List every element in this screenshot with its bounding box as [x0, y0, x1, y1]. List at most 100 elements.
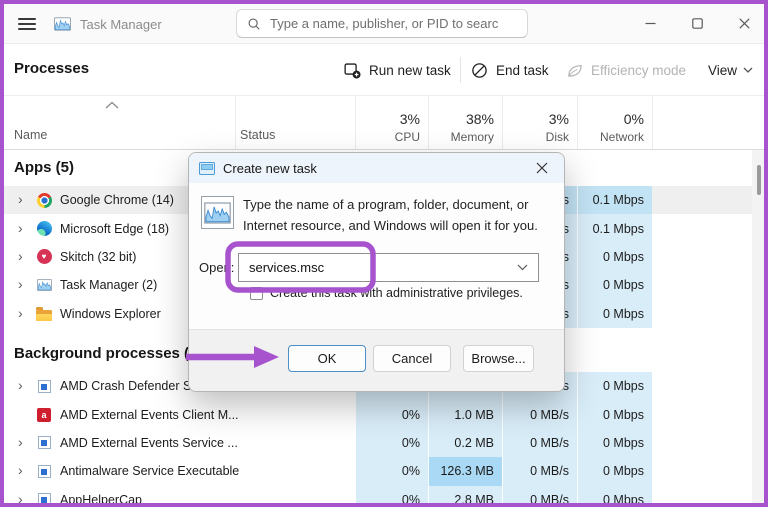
open-label: Open:	[199, 260, 234, 275]
scrollbar-thumb[interactable]	[757, 165, 761, 195]
process-row[interactable]: ›Antimalware Service Executable0%126.3 M…	[4, 457, 752, 485]
hamburger-menu-icon[interactable]	[18, 18, 36, 30]
process-row[interactable]: aAMD External Events Client M... 0%1.0 MB…	[4, 400, 752, 428]
cell-network: 0 Mbps	[577, 486, 652, 503]
end-task-label: End task	[496, 63, 549, 78]
column-header-cpu[interactable]: 3% CPU	[355, 111, 428, 144]
chevron-down-icon	[743, 67, 753, 73]
browse-button[interactable]: Browse...	[463, 345, 534, 372]
cell-cpu: 0%	[355, 429, 428, 457]
cancel-button[interactable]: Cancel	[373, 345, 451, 372]
expand-chevron-icon[interactable]: ›	[18, 191, 23, 207]
process-name: AMD External Events Service ...	[60, 436, 238, 450]
generic-icon	[36, 463, 52, 479]
column-header-disk[interactable]: 3% Disk	[502, 111, 577, 144]
cell-network: 0 Mbps	[577, 243, 652, 271]
run-new-task-button[interactable]: Run new task	[344, 55, 451, 85]
expand-chevron-icon[interactable]: ›	[18, 377, 23, 393]
expand-chevron-icon[interactable]: ›	[18, 305, 23, 321]
process-row[interactable]: ›AppHelperCap0%2.8 MB0 MB/s0 Mbps	[4, 486, 752, 503]
leaf-icon	[566, 62, 583, 79]
cell-memory: 126.3 MB	[428, 457, 502, 485]
disk-total-percent: 3%	[502, 111, 569, 127]
dialog-footer: OK Cancel Browse...	[189, 329, 564, 391]
chrome-icon	[36, 192, 52, 208]
cell-cpu: 0%	[355, 486, 428, 503]
cell-memory: 1.0 MB	[428, 400, 502, 428]
process-name: Skitch (32 bit)	[60, 250, 136, 264]
maximize-button[interactable]	[683, 10, 711, 36]
dialog-title-bar[interactable]: Create new task	[189, 153, 564, 183]
process-name: Antimalware Service Executable	[60, 464, 239, 478]
skitch-icon: ♥	[36, 249, 52, 265]
minimize-button[interactable]	[636, 10, 664, 36]
create-new-task-dialog: Create new task Type the name of a progr…	[188, 152, 565, 392]
scrollbar-track[interactable]	[752, 150, 764, 503]
cell-memory: 2.8 MB	[428, 486, 502, 503]
column-header-name[interactable]: Name	[14, 128, 47, 142]
sort-ascending-caret-icon	[104, 101, 120, 109]
process-name-cell: aAMD External Events Client M...	[4, 400, 235, 428]
process-name: AMD Crash Defender Se	[60, 379, 198, 393]
dialog-title: Create new task	[223, 161, 317, 176]
ok-button[interactable]: OK	[288, 345, 366, 372]
expand-chevron-icon[interactable]: ›	[18, 491, 23, 503]
cell-status	[235, 457, 355, 485]
generic-icon	[36, 492, 52, 503]
cell-network: 0 Mbps	[577, 400, 652, 428]
expand-chevron-icon[interactable]: ›	[18, 220, 23, 236]
admin-privileges-label: Create this task with administrative pri…	[270, 286, 523, 300]
cell-cpu: 0%	[355, 457, 428, 485]
dialog-body: Type the name of a program, folder, docu…	[189, 183, 564, 331]
process-name: Microsoft Edge (18)	[60, 222, 169, 236]
edge-icon	[36, 221, 52, 237]
generic-icon	[36, 378, 52, 394]
search-input[interactable]: Type a name, publisher, or PID to searc	[236, 9, 528, 38]
efficiency-mode-button[interactable]: Efficiency mode	[566, 55, 686, 85]
view-label: View	[708, 63, 737, 78]
expand-chevron-icon[interactable]: ›	[18, 248, 23, 264]
combo-chevron-down-icon[interactable]	[517, 264, 528, 271]
view-dropdown[interactable]: View	[708, 55, 753, 85]
admin-privileges-checkbox[interactable]	[250, 287, 263, 300]
process-name: Windows Explorer	[60, 307, 161, 321]
memory-total-percent: 38%	[428, 111, 494, 127]
process-name: AppHelperCap	[60, 493, 142, 503]
dialog-window-icon	[199, 162, 215, 175]
expand-chevron-icon[interactable]: ›	[18, 276, 23, 292]
table-header: Name Status 3% CPU 38% Memory 3% Disk 0%…	[4, 95, 764, 150]
open-combobox[interactable]: services.msc	[238, 253, 539, 282]
open-value: services.msc	[249, 260, 324, 275]
folder-icon	[36, 306, 52, 322]
expand-chevron-icon[interactable]: ›	[18, 434, 23, 450]
page-title: Processes	[14, 60, 89, 77]
process-row[interactable]: ›AMD External Events Service ...0%0.2 MB…	[4, 429, 752, 457]
cell-disk: 0 MB/s	[502, 457, 577, 485]
generic-icon	[36, 435, 52, 451]
process-name-cell: › AppHelperCap	[4, 486, 235, 503]
process-name: Task Manager (2)	[60, 278, 157, 292]
process-name: Google Chrome (14)	[60, 193, 174, 207]
cell-status	[235, 429, 355, 457]
close-icon	[536, 162, 548, 174]
run-new-task-icon	[344, 62, 361, 79]
cell-cpu: 0%	[355, 400, 428, 428]
dialog-description: Type the name of a program, folder, docu…	[243, 194, 538, 236]
process-name-cell: › AMD External Events Service ...	[4, 429, 235, 457]
cell-network: 0.1 Mbps	[577, 214, 652, 242]
cell-network: 0 Mbps	[577, 429, 652, 457]
end-task-button[interactable]: End task	[471, 55, 549, 85]
run-new-task-label: Run new task	[369, 63, 451, 78]
dialog-close-button[interactable]	[530, 157, 554, 179]
window-title: Task Manager	[80, 17, 162, 32]
column-header-network[interactable]: 0% Network	[577, 111, 652, 144]
window-close-button[interactable]	[730, 10, 758, 36]
cell-status	[235, 486, 355, 503]
cell-network: 0.1 Mbps	[577, 186, 652, 214]
column-divider	[235, 96, 236, 149]
process-name-cell: ›Antimalware Service Executable	[4, 457, 235, 485]
column-header-status[interactable]: Status	[240, 128, 275, 142]
expand-chevron-icon[interactable]: ›	[18, 462, 23, 478]
column-header-memory[interactable]: 38% Memory	[428, 111, 502, 144]
toolbar-divider	[460, 57, 461, 83]
